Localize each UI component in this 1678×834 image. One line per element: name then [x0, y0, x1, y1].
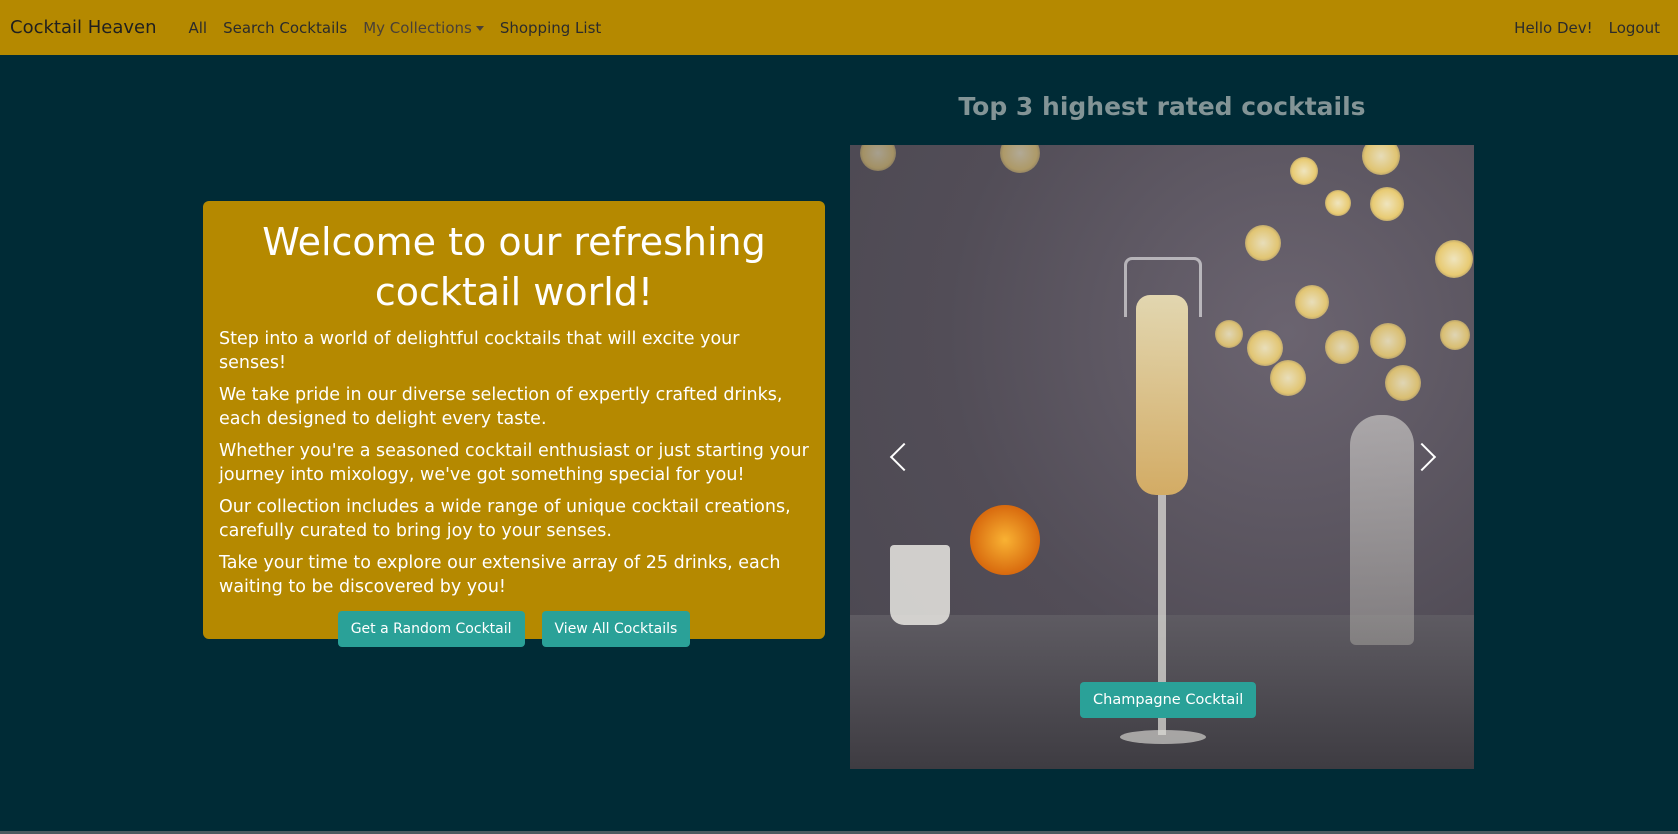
bokeh-light — [1440, 320, 1470, 350]
bokeh-light — [1270, 360, 1306, 396]
bokeh-light — [1385, 365, 1421, 401]
navbar-right: Hello Dev! Logout — [1506, 19, 1668, 37]
white-cup — [890, 545, 950, 625]
bokeh-light — [1362, 145, 1400, 175]
welcome-buttons: Get a Random Cocktail View All Cocktails — [219, 611, 809, 647]
logout-link[interactable]: Logout — [1609, 19, 1660, 37]
caret-down-icon — [475, 25, 484, 31]
navbar: Cocktail Heaven All Search Cocktails My … — [0, 0, 1678, 55]
welcome-paragraph: Step into a world of delightful cocktail… — [219, 329, 740, 373]
glass-foot — [1120, 730, 1206, 744]
welcome-paragraph: Our collection includes a wide range of … — [219, 497, 791, 541]
bokeh-light — [1325, 190, 1351, 216]
top-cocktails-carousel[interactable]: Champagne Cocktail — [850, 145, 1474, 769]
chevron-left-icon — [889, 442, 919, 472]
bokeh-light — [860, 145, 896, 171]
chevron-right-icon — [1407, 442, 1437, 472]
brand-link[interactable]: Cocktail Heaven — [10, 17, 157, 38]
user-greeting[interactable]: Hello Dev! — [1514, 19, 1592, 37]
carousel-heading: Top 3 highest rated cocktails — [958, 92, 1366, 121]
cocktail-caption-button[interactable]: Champagne Cocktail — [1080, 682, 1257, 718]
welcome-card: Welcome to our refreshing cocktail world… — [203, 201, 825, 647]
bokeh-light — [1000, 145, 1040, 173]
bokeh-light — [1215, 320, 1243, 348]
nav-dropdown-collections[interactable]: My Collections — [363, 19, 484, 37]
nav-link-shopping-list[interactable]: Shopping List — [500, 19, 601, 37]
glass-rim — [1124, 257, 1202, 317]
orange-fruit — [970, 505, 1040, 575]
nav-dropdown-collections-label: My Collections — [363, 18, 472, 37]
welcome-paragraph: Take your time to explore our extensive … — [219, 553, 781, 597]
welcome-paragraph: Whether you're a seasoned cocktail enthu… — [219, 441, 809, 485]
bokeh-light — [1247, 330, 1283, 366]
welcome-title: Welcome to our refreshing cocktail world… — [262, 220, 766, 314]
nav-link-all[interactable]: All — [189, 19, 208, 37]
bokeh-light — [1290, 157, 1318, 185]
navbar-left: Cocktail Heaven All Search Cocktails My … — [10, 17, 609, 38]
chess-piece — [1350, 415, 1414, 645]
welcome-paragraph: We take pride in our diverse selection o… — [219, 385, 783, 429]
carousel-next-button[interactable] — [1407, 441, 1442, 473]
bokeh-light — [1370, 187, 1404, 221]
bokeh-light — [1370, 323, 1406, 359]
bokeh-light — [1435, 240, 1473, 278]
random-cocktail-button[interactable]: Get a Random Cocktail — [337, 611, 525, 647]
bokeh-light — [1245, 225, 1281, 261]
carousel-prev-button[interactable] — [884, 441, 919, 473]
champagne-drink — [1136, 295, 1188, 495]
bokeh-light — [1295, 285, 1329, 319]
cocktail-image[interactable] — [850, 145, 1474, 769]
nav-link-search[interactable]: Search Cocktails — [223, 19, 347, 37]
bokeh-light — [1325, 330, 1359, 364]
view-all-cocktails-button[interactable]: View All Cocktails — [541, 611, 691, 647]
